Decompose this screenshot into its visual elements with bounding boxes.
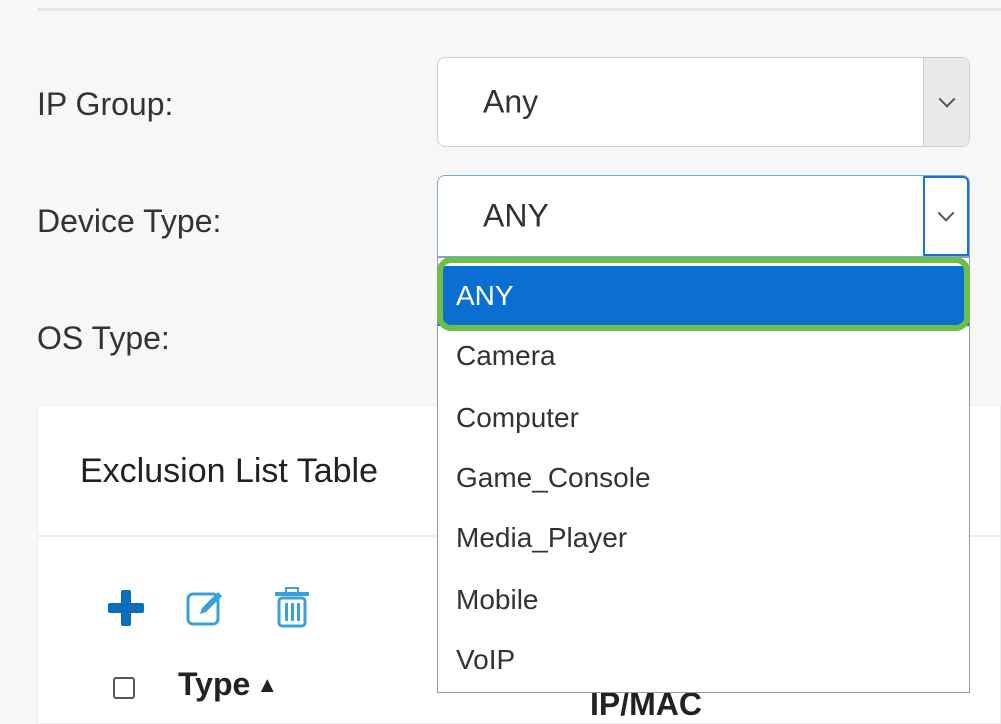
sort-icon[interactable]: ▲︎ (256, 672, 278, 697)
ip-group-value: Any (483, 83, 539, 120)
select-all-checkbox[interactable] (113, 677, 135, 699)
device-type-label: Device Type: (37, 203, 222, 239)
device-type-select[interactable]: ANY (437, 175, 970, 257)
option-camera[interactable]: Camera (438, 326, 969, 386)
option-computer[interactable]: Computer (438, 388, 969, 448)
option-voip[interactable]: VoIP (438, 630, 969, 690)
option-mobile[interactable]: Mobile (438, 570, 969, 630)
top-divider (37, 8, 1001, 11)
exclusion-list-title: Exclusion List Table (80, 452, 378, 490)
chevron-down-icon (938, 90, 955, 108)
device-type-value: ANY (483, 197, 549, 234)
edit-icon[interactable] (184, 586, 228, 630)
option-game-console[interactable]: Game_Console (438, 448, 969, 508)
ip-group-label: IP Group: (37, 86, 174, 122)
option-media-player[interactable]: Media_Player (438, 508, 969, 568)
column-header-type-label: Type (178, 666, 251, 702)
ip-group-select[interactable]: Any (437, 57, 970, 147)
ip-group-dropdown-button[interactable] (923, 58, 969, 146)
os-type-label: OS Type: (37, 320, 170, 356)
device-type-dropdown-button[interactable] (923, 176, 969, 256)
chevron-down-icon (937, 204, 955, 222)
column-header-type[interactable]: Type ▲︎ (178, 666, 278, 703)
selection-highlight (437, 257, 970, 331)
plus-icon[interactable] (104, 586, 148, 630)
trash-icon[interactable] (270, 586, 314, 630)
